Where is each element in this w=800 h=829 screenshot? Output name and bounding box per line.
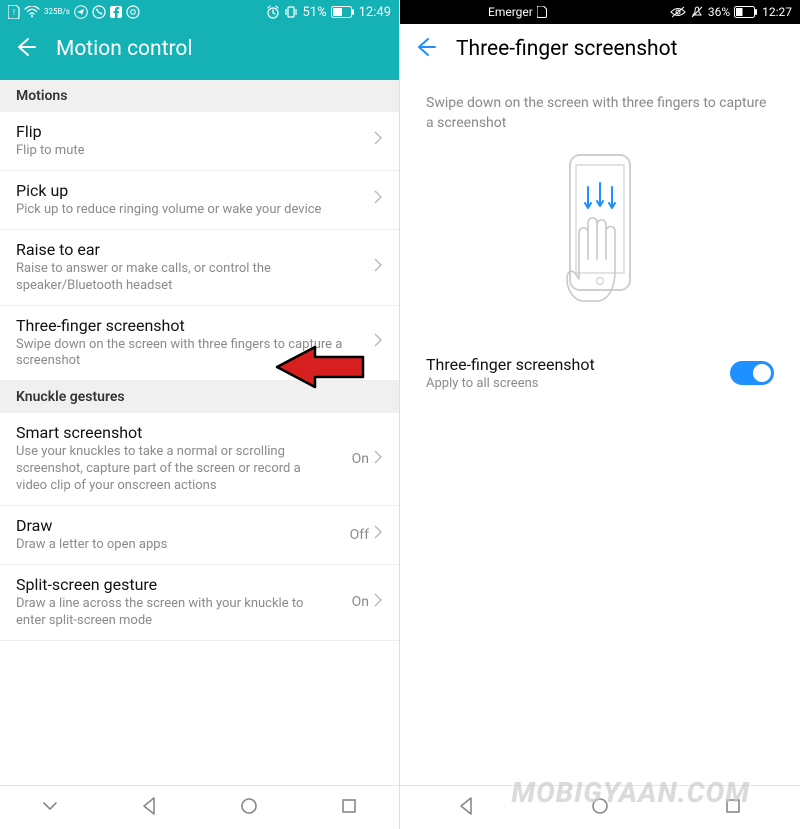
- row-flip[interactable]: Flip Flip to mute: [0, 112, 399, 171]
- row-title: Raise to ear: [16, 240, 343, 259]
- telegram-icon: [74, 5, 88, 19]
- whatsapp-icon: [92, 5, 106, 19]
- row-subtitle: Raise to answer or make calls, or contro…: [16, 261, 343, 295]
- chevron-right-icon: [373, 130, 383, 151]
- app-header: Motion control: [0, 24, 399, 80]
- row-subtitle: Draw a line across the screen with your …: [16, 596, 322, 630]
- row-value: Off: [350, 527, 369, 543]
- instruction-text: Swipe down on the screen with three fing…: [400, 76, 800, 143]
- gesture-illustration: [400, 143, 800, 343]
- alarm-icon: [266, 5, 280, 19]
- chevron-right-icon: [373, 332, 383, 353]
- navigation-bar: [0, 785, 399, 829]
- row-title: Smart screenshot: [16, 423, 322, 442]
- row-smart-screenshot[interactable]: Smart screenshot Use your knuckles to ta…: [0, 413, 399, 506]
- sim-icon: !: [8, 5, 20, 19]
- screen-motion-control: ! 325B/s 51% 12:49: [0, 0, 400, 829]
- chevron-right-icon: [373, 592, 383, 613]
- status-bar: Emerger 36% 12:27: [400, 0, 800, 24]
- network-speed: 325B/s: [44, 8, 70, 15]
- app-header: Three-finger screenshot: [400, 24, 800, 76]
- mute-icon: [690, 5, 704, 19]
- vibrate-icon: [284, 5, 298, 19]
- nav-recent-icon[interactable]: [339, 796, 359, 820]
- nav-back-icon[interactable]: [457, 796, 477, 820]
- nav-hide-icon[interactable]: [40, 796, 60, 820]
- toggle-three-finger-screenshot[interactable]: Three-finger screenshot Apply to all scr…: [400, 343, 800, 403]
- eye-protection-icon: [670, 6, 686, 18]
- row-raise-to-ear[interactable]: Raise to ear Raise to answer or make cal…: [0, 230, 399, 306]
- wifi-icon: [24, 6, 40, 18]
- row-title: Draw: [16, 516, 320, 535]
- settings-list: Motions Flip Flip to mute Pick up Pick u…: [0, 80, 399, 785]
- battery-icon: [734, 6, 758, 18]
- row-title: Flip: [16, 122, 343, 141]
- chevron-right-icon: [373, 524, 383, 545]
- toggle-switch[interactable]: [730, 361, 774, 385]
- svg-text:!: !: [13, 8, 15, 17]
- page-title: Motion control: [56, 37, 193, 61]
- chevron-right-icon: [373, 257, 383, 278]
- row-value: On: [352, 594, 369, 610]
- back-icon[interactable]: [14, 36, 36, 62]
- clock-time: 12:49: [359, 5, 391, 20]
- chevron-right-icon: [373, 189, 383, 210]
- section-motions: Motions: [0, 80, 399, 112]
- sim-icon: [537, 6, 547, 18]
- clock-time: 12:27: [762, 5, 792, 19]
- row-subtitle: Swipe down on the screen with three fing…: [16, 337, 343, 371]
- chrome-icon: [126, 5, 140, 19]
- row-subtitle: Pick up to reduce ringing volume or wake…: [16, 202, 343, 219]
- row-title: Three-finger screenshot: [16, 316, 343, 335]
- back-icon[interactable]: [414, 36, 436, 62]
- toggle-subtitle: Apply to all screens: [426, 376, 730, 391]
- row-subtitle: Flip to mute: [16, 143, 343, 160]
- status-bar: ! 325B/s 51% 12:49: [0, 0, 399, 24]
- battery-pct: 51%: [302, 5, 326, 20]
- section-knuckle: Knuckle gestures: [0, 381, 399, 413]
- row-split-screen[interactable]: Split-screen gesture Draw a line across …: [0, 565, 399, 641]
- screen-three-finger-detail: Emerger 36% 12:27 Three-finger screensho…: [400, 0, 800, 829]
- nav-home-icon[interactable]: [239, 796, 259, 820]
- nav-back-icon[interactable]: [140, 796, 160, 820]
- row-three-finger-screenshot[interactable]: Three-finger screenshot Swipe down on th…: [0, 306, 399, 382]
- page-title: Three-finger screenshot: [456, 37, 677, 61]
- row-title: Split-screen gesture: [16, 575, 322, 594]
- carrier-label: Emerger: [488, 5, 533, 19]
- nav-home-icon[interactable]: [590, 796, 610, 820]
- row-subtitle: Use your knuckles to take a normal or sc…: [16, 444, 322, 495]
- facebook-icon: [110, 6, 122, 18]
- toggle-title: Three-finger screenshot: [426, 355, 730, 374]
- row-pick-up[interactable]: Pick up Pick up to reduce ringing volume…: [0, 171, 399, 230]
- battery-icon: [331, 6, 355, 18]
- row-draw[interactable]: Draw Draw a letter to open apps Off: [0, 506, 399, 565]
- row-value: On: [352, 451, 369, 467]
- nav-recent-icon[interactable]: [723, 796, 743, 820]
- battery-pct: 36%: [708, 5, 730, 19]
- chevron-right-icon: [373, 449, 383, 470]
- row-subtitle: Draw a letter to open apps: [16, 537, 320, 554]
- row-title: Pick up: [16, 181, 343, 200]
- navigation-bar: [400, 785, 800, 829]
